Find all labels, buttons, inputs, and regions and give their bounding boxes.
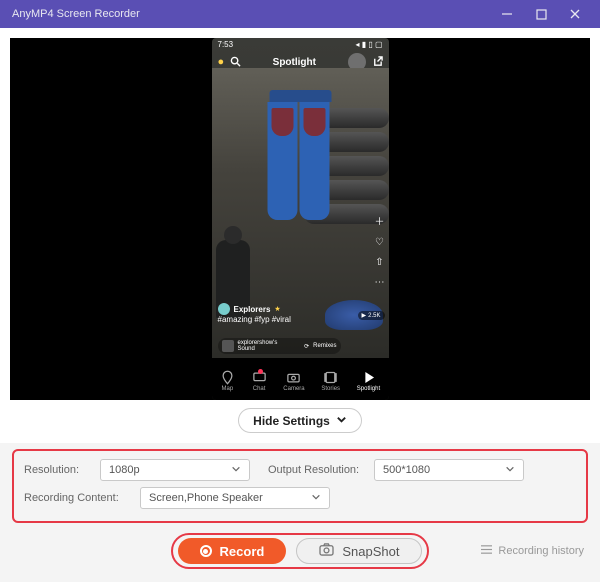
search-icon <box>230 56 241 69</box>
bottom-action-bar: Record SnapShot Recording history <box>0 523 600 569</box>
sound-avatar <box>222 340 234 352</box>
chevron-down-icon <box>336 414 347 428</box>
snap-bottom-nav: Map Chat Camera Stories Spotlight <box>212 358 389 400</box>
remix-label: Remixes <box>313 343 336 349</box>
snapshot-label: SnapShot <box>342 544 399 559</box>
output-resolution-value: 500*1080 <box>383 464 430 476</box>
recording-stage: 7:53 ◂ ▮ ▯ ▢ ● Spotlight ＋ <box>10 38 590 400</box>
sound-attribution: explorershow'sSound ⟳ Remixes <box>218 338 341 354</box>
chevron-down-icon <box>505 464 515 477</box>
sound-label: Sound <box>238 346 255 352</box>
chevron-down-icon <box>231 464 241 477</box>
nav-spotlight: Spotlight <box>357 370 380 392</box>
remix-icon: ⟳ <box>304 343 309 350</box>
app-title: AnyMP4 Screen Recorder <box>12 8 490 20</box>
spotlight-heading: Spotlight <box>247 57 341 68</box>
more-icon: ⋯ <box>375 277 385 288</box>
video-feed: ＋ ♡ ⇧ ⋯ Explorers★ #amazing #fyp #viral … <box>212 68 389 358</box>
resolution-label: Resolution: <box>24 464 92 476</box>
snapshot-button[interactable]: SnapShot <box>296 538 422 564</box>
minimize-button[interactable] <box>490 0 524 28</box>
notification-dot-icon <box>258 369 263 374</box>
lightbulb-icon: ● <box>218 56 225 68</box>
recording-content-label: Recording Content: <box>24 492 132 504</box>
preview-area: 7:53 ◂ ▮ ▯ ▢ ● Spotlight ＋ <box>0 28 600 443</box>
recording-history-link[interactable]: Recording history <box>480 544 584 558</box>
chevron-down-icon <box>311 492 321 505</box>
video-meta: Explorers★ #amazing #fyp #viral <box>218 303 291 324</box>
recording-content-select[interactable]: Screen,Phone Speaker <box>140 487 330 509</box>
share-icon <box>372 56 383 69</box>
recording-history-label: Recording history <box>498 545 584 557</box>
jeans-subject <box>268 90 333 220</box>
heart-icon: ♡ <box>375 237 384 248</box>
feed-actions: ＋ ♡ ⇧ ⋯ <box>375 213 385 288</box>
recording-content-value: Screen,Phone Speaker <box>149 492 263 504</box>
hide-settings-label: Hide Settings <box>253 414 330 428</box>
output-resolution-select[interactable]: 500*1080 <box>374 459 524 481</box>
phone-status-bar: 7:53 ◂ ▮ ▯ ▢ <box>212 38 389 51</box>
hide-settings-button[interactable]: Hide Settings <box>238 408 362 433</box>
close-button[interactable] <box>558 0 592 28</box>
record-label: Record <box>220 544 265 559</box>
view-count: 2.5K <box>368 313 380 319</box>
resolution-select[interactable]: 1080p <box>100 459 250 481</box>
record-button[interactable]: Record <box>178 538 287 564</box>
list-icon <box>480 544 493 558</box>
phone-mirror: 7:53 ◂ ▮ ▯ ▢ ● Spotlight ＋ <box>212 38 389 400</box>
share-up-icon: ⇧ <box>375 257 383 268</box>
play-icon: ▶ <box>362 312 367 319</box>
uploader-avatar <box>218 303 230 315</box>
nav-map: Map <box>220 370 235 392</box>
uploader-name: Explorers <box>234 305 271 314</box>
primary-button-group: Record SnapShot <box>171 533 430 569</box>
phone-status-icons: ◂ ▮ ▯ ▢ <box>355 40 382 49</box>
output-resolution-label: Output Resolution: <box>268 464 366 476</box>
title-bar: AnyMP4 Screen Recorder <box>0 0 600 28</box>
settings-panel: Resolution: 1080p Output Resolution: 500… <box>12 449 588 523</box>
add-icon: ＋ <box>375 213 385 228</box>
hashtags: #amazing #fyp #viral <box>218 315 291 324</box>
views-pill: ▶2.5K <box>358 311 385 320</box>
star-icon: ★ <box>274 305 280 313</box>
phone-time: 7:53 <box>218 40 234 49</box>
camera-icon <box>319 543 334 559</box>
resolution-value: 1080p <box>109 464 140 476</box>
nav-chat: Chat <box>252 370 267 392</box>
nav-stories: Stories <box>321 370 340 392</box>
nav-camera: Camera <box>283 370 304 392</box>
record-icon <box>200 545 212 557</box>
maximize-button[interactable] <box>524 0 558 28</box>
